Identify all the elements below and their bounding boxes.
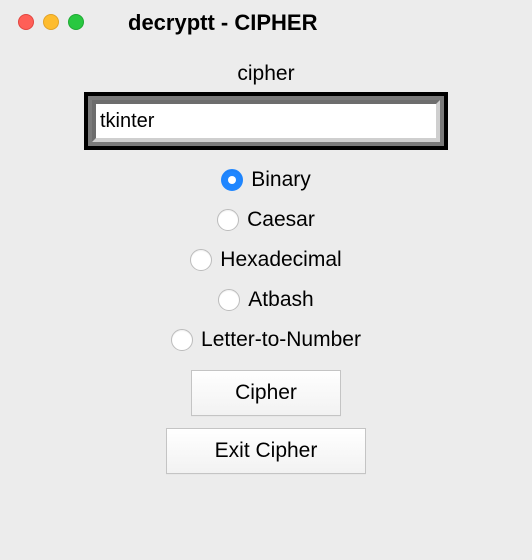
maximize-icon[interactable] xyxy=(68,14,84,30)
radio-icon xyxy=(171,329,193,351)
titlebar: decryptt - CIPHER xyxy=(0,0,532,44)
radio-option-letter-to-number[interactable]: Letter-to-Number xyxy=(171,328,361,352)
radio-label: Binary xyxy=(251,168,311,192)
cipher-button[interactable]: Cipher xyxy=(191,370,341,416)
cipher-radio-group: Binary Caesar Hexadecimal Atbash Letter-… xyxy=(171,168,361,352)
cipher-input-inner xyxy=(92,100,440,142)
radio-option-hexadecimal[interactable]: Hexadecimal xyxy=(190,248,341,272)
radio-label: Hexadecimal xyxy=(220,248,341,272)
radio-option-binary[interactable]: Binary xyxy=(221,168,311,192)
radio-icon xyxy=(217,209,239,231)
minimize-icon[interactable] xyxy=(43,14,59,30)
close-icon[interactable] xyxy=(18,14,34,30)
traffic-lights xyxy=(18,14,84,30)
radio-icon xyxy=(218,289,240,311)
radio-option-atbash[interactable]: Atbash xyxy=(218,288,313,312)
cipher-input[interactable] xyxy=(100,110,432,133)
radio-option-caesar[interactable]: Caesar xyxy=(217,208,315,232)
radio-label: Caesar xyxy=(247,208,315,232)
exit-cipher-button[interactable]: Exit Cipher xyxy=(166,428,366,474)
radio-label: Atbash xyxy=(248,288,313,312)
content-area: cipher Binary Caesar Hexadecimal Atbash … xyxy=(0,44,532,486)
radio-label: Letter-to-Number xyxy=(201,328,361,352)
radio-icon xyxy=(221,169,243,191)
cipher-input-frame xyxy=(84,92,448,150)
field-label-cipher: cipher xyxy=(237,62,294,86)
radio-icon xyxy=(190,249,212,271)
window-title: decryptt - CIPHER xyxy=(128,10,317,36)
